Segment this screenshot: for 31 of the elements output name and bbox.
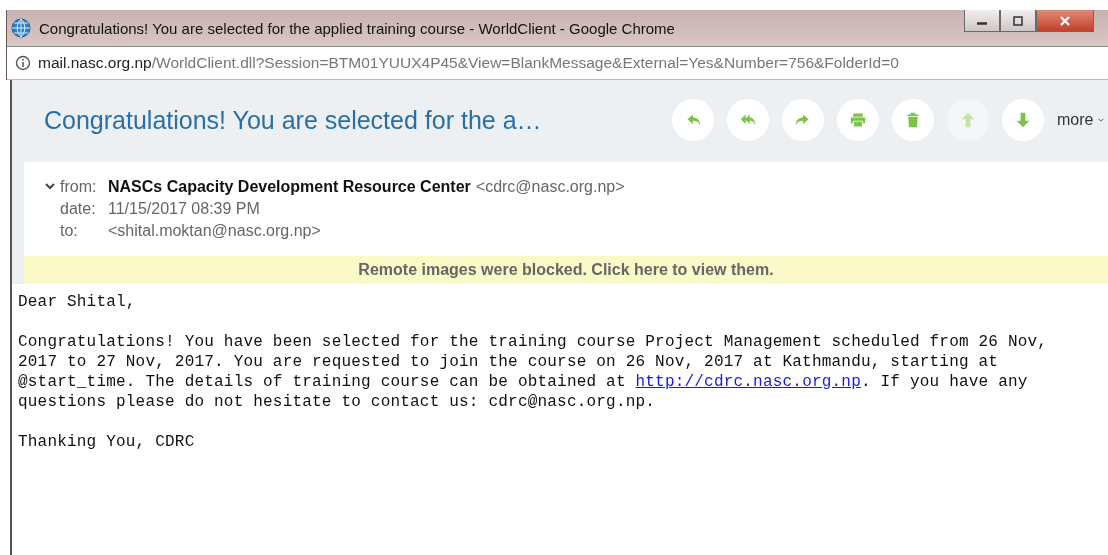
reply-button[interactable] — [672, 99, 714, 141]
maximize-button[interactable] — [1000, 10, 1036, 32]
header-label: date: — [60, 199, 97, 219]
delete-button[interactable] — [892, 99, 934, 141]
header-value: <shital.moktan@nasc.org.np> — [108, 221, 321, 241]
caret-icon — [1097, 116, 1106, 124]
website-link[interactable]: http://cdrc.nasc.org.np — [635, 373, 861, 391]
remote-images-banner[interactable]: Remote images were blocked. Click here to view them. — [24, 256, 1108, 284]
down-button[interactable] — [1002, 99, 1044, 141]
minimize-button[interactable] — [964, 10, 1000, 32]
maximize-icon — [1012, 14, 1024, 27]
window-title: Congratulations! You are selected for the applied training course - WorldClient - Google Chrome — [39, 19, 676, 37]
close-icon — [1059, 14, 1071, 27]
more-menu[interactable]: more — [1057, 111, 1106, 129]
globe-icon — [11, 18, 31, 38]
message-subject: Congratulations! You are selected for the a… — [44, 105, 543, 135]
close-button[interactable] — [1036, 10, 1094, 32]
sender-name: NASCs Capacity Development Resource Center — [108, 177, 471, 197]
header-value: <cdrc@nasc.org.np> — [475, 177, 625, 197]
print-button[interactable] — [837, 99, 879, 141]
header-label: to: — [60, 221, 79, 241]
minimize-icon — [977, 22, 987, 25]
message-paragraph: Thanking You, CDRC — [18, 432, 196, 452]
header-value: 11/15/2017 08:39 PM — [108, 199, 260, 219]
header-label: from: — [60, 177, 98, 197]
forward-button[interactable] — [782, 99, 824, 141]
message-paragraph: Dear Shital, — [18, 292, 137, 312]
reply-all-button[interactable] — [727, 99, 769, 141]
info-icon[interactable] — [15, 55, 31, 71]
message-paragraph: Congratulations! You have been selected for the training course Project Management scheduled from 26 Nov, 2017 to 27 Nov, 2017. You are requested to join the course on 26 Nov, 2017 at Kathmandu, starting at @start_time. The details of training course can be obtained at http://cdrc.nasc.org.np. If you have any questions please do not hesitate to contact us: cdrc@nasc.org.np. — [18, 332, 1049, 412]
chevron-icon[interactable] — [44, 180, 56, 192]
